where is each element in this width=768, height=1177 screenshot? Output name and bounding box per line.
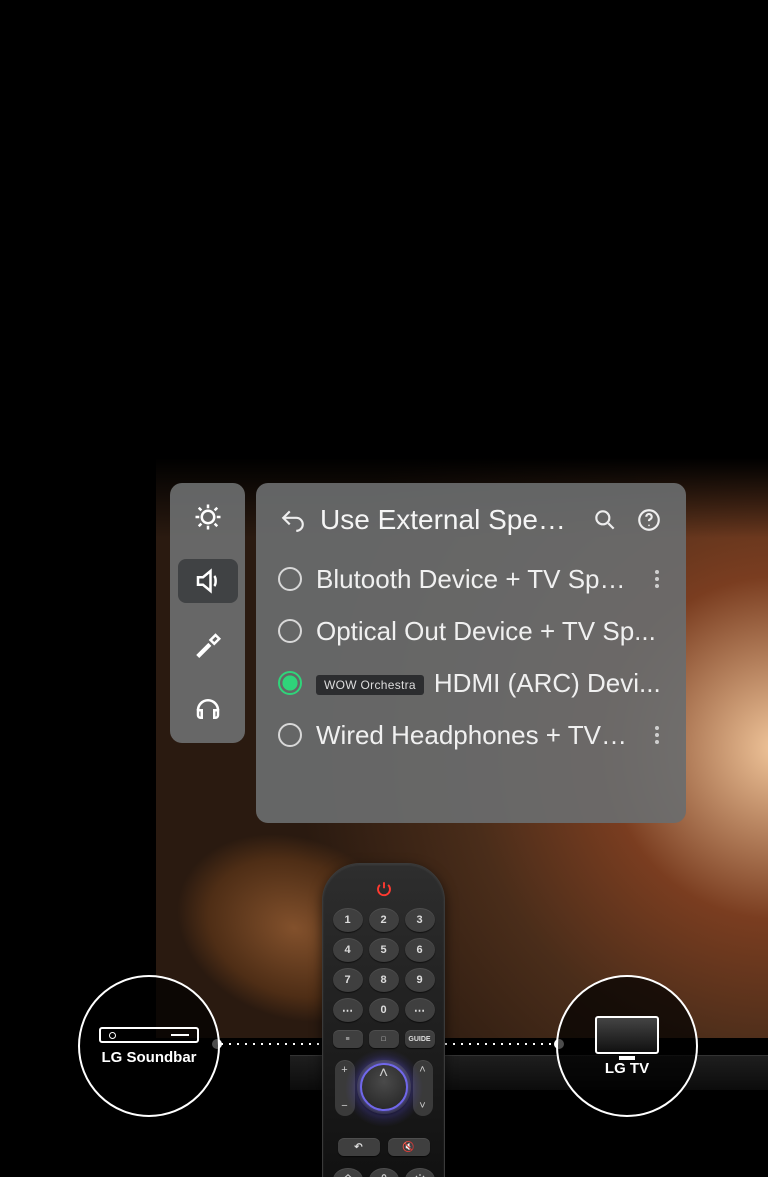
tv-indicator: LG TV	[556, 975, 698, 1117]
home-button[interactable]	[333, 1168, 363, 1177]
option-label: WOW Orchestra HDMI (ARC) Devi...	[316, 668, 666, 699]
option-hdmi-arc[interactable]: WOW Orchestra HDMI (ARC) Devi...	[276, 657, 666, 709]
num-4[interactable]: 4	[333, 938, 363, 962]
back-remote-button[interactable]: ↶	[338, 1138, 380, 1156]
search-icon[interactable]	[588, 503, 622, 537]
power-button[interactable]	[373, 878, 395, 900]
more-icon[interactable]	[648, 726, 666, 744]
option-label: Wired Headphones + TV Sp...	[316, 720, 634, 751]
sidebar-sound-icon[interactable]	[178, 559, 238, 603]
volume-down-icon: −	[341, 1100, 347, 1112]
guide-button[interactable]: GUIDE	[405, 1030, 435, 1048]
num-9[interactable]: 9	[405, 968, 435, 992]
tv-label: LG TV	[605, 1060, 649, 1077]
channel-down-icon: ˅	[419, 1100, 425, 1112]
num-2[interactable]: 2	[369, 908, 399, 932]
soundbar-label: LG Soundbar	[102, 1049, 197, 1066]
num-1[interactable]: 1	[333, 908, 363, 932]
radio-icon	[278, 619, 302, 643]
num-more-r[interactable]: ⋯	[405, 998, 435, 1022]
back-button[interactable]	[276, 503, 310, 537]
help-icon[interactable]	[632, 503, 666, 537]
more-icon[interactable]	[648, 570, 666, 588]
settings-button[interactable]	[405, 1168, 435, 1177]
sidebar-support-icon[interactable]	[178, 687, 238, 731]
remote-util-row: ≡ □ GUIDE	[333, 1030, 435, 1050]
num-3[interactable]: 3	[405, 908, 435, 932]
soundbar-indicator: LG Soundbar	[78, 975, 220, 1117]
channel-rocker[interactable]: ˄ ˅	[413, 1060, 433, 1116]
chevron-up-icon: ˄	[379, 1066, 388, 1082]
background-video-figure	[704, 518, 768, 1038]
remote-mid-row: ↶ 🔇	[338, 1138, 430, 1156]
settings-sidebar	[170, 483, 245, 743]
mic-button[interactable]	[369, 1168, 399, 1177]
option-label: Blutooth Device + TV Spea...	[316, 564, 634, 595]
remote-bottom-row	[333, 1168, 435, 1177]
num-8[interactable]: 8	[369, 968, 399, 992]
radio-icon	[278, 567, 302, 591]
option-optical[interactable]: Optical Out Device + TV Sp...	[276, 605, 666, 657]
panel-header: Use External Speak...	[276, 497, 666, 543]
num-7[interactable]: 7	[333, 968, 363, 992]
soundbar-icon	[99, 1027, 199, 1043]
input-button[interactable]: □	[369, 1030, 399, 1048]
panel-title: Use External Speak...	[320, 504, 578, 536]
sound-out-panel: Use External Speak... Blutooth Device + …	[256, 483, 686, 823]
wheel-area: + − ˄ ˅ ˄	[335, 1060, 433, 1130]
option-bluetooth[interactable]: Blutooth Device + TV Spea...	[276, 553, 666, 605]
option-label: Optical Out Device + TV Sp...	[316, 616, 666, 647]
wow-orchestra-badge: WOW Orchestra	[316, 675, 424, 695]
num-more-l[interactable]: ⋯	[333, 998, 363, 1022]
channel-up-icon: ˄	[419, 1064, 425, 1076]
number-pad: 1 2 3 4 5 6 7 8 9 ⋯ 0 ⋯	[333, 908, 435, 1022]
num-6[interactable]: 6	[405, 938, 435, 962]
radio-icon-selected	[278, 671, 302, 695]
option-text: HDMI (ARC) Devi...	[434, 668, 661, 698]
volume-up-icon: +	[341, 1064, 347, 1076]
list-button[interactable]: ≡	[333, 1030, 363, 1048]
sidebar-picture-icon[interactable]	[178, 495, 238, 539]
remote-control: 1 2 3 4 5 6 7 8 9 ⋯ 0 ⋯ ≡ □ GUIDE + − ˄ …	[322, 863, 445, 1177]
option-wired-headphones[interactable]: Wired Headphones + TV Sp...	[276, 709, 666, 761]
scroll-wheel[interactable]: ˄	[357, 1060, 411, 1114]
mute-button[interactable]: 🔇	[388, 1138, 430, 1156]
num-5[interactable]: 5	[369, 938, 399, 962]
sidebar-general-icon[interactable]	[178, 623, 238, 667]
volume-rocker[interactable]: + −	[335, 1060, 355, 1116]
num-0[interactable]: 0	[369, 998, 399, 1022]
tv-icon	[595, 1016, 659, 1054]
radio-icon	[278, 723, 302, 747]
